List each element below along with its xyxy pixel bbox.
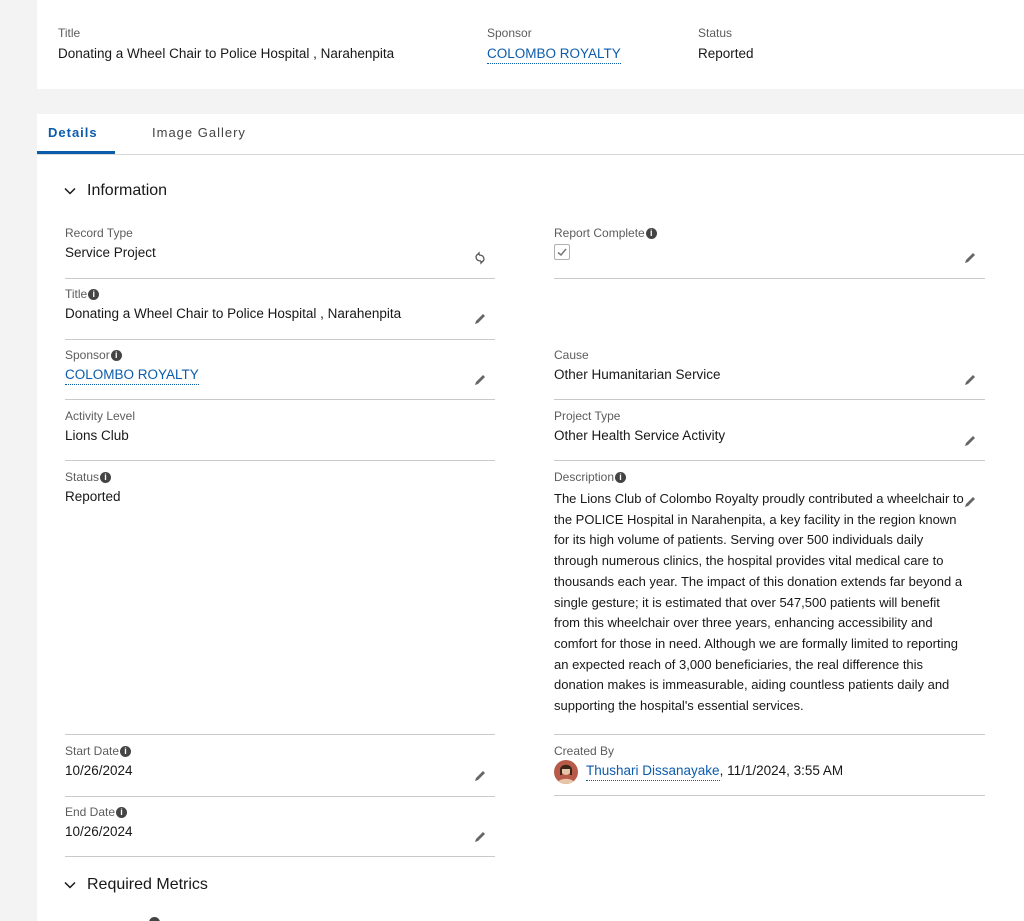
- start-date-value: 10/26/2024: [65, 763, 133, 778]
- info-icon[interactable]: i: [645, 227, 657, 239]
- section-information-header[interactable]: Information: [63, 182, 167, 200]
- info-icon[interactable]: [149, 917, 160, 921]
- header-title-label: Title: [58, 26, 81, 40]
- field-status: Status i Reported: [65, 470, 495, 735]
- edit-pencil-icon[interactable]: [963, 373, 977, 387]
- field-record-type: Record Type Service Project: [65, 226, 495, 279]
- field-title: Title i Donating a Wheel Chair to Police …: [65, 287, 495, 340]
- created-by-label: Created By: [554, 744, 615, 758]
- header-status-value: Reported: [698, 46, 754, 61]
- edit-pencil-icon[interactable]: [963, 251, 977, 265]
- report-complete-label: Report Complete: [554, 226, 645, 240]
- field-start-date: Start Date i 10/26/2024: [65, 744, 495, 797]
- tab-image-gallery[interactable]: Image Gallery: [152, 125, 246, 141]
- project-type-value: Other Health Service Activity: [554, 428, 726, 443]
- active-tab-indicator: [37, 151, 115, 154]
- cause-value: Other Humanitarian Service: [554, 367, 721, 382]
- project-type-label: Project Type: [554, 409, 621, 423]
- field-description: Description i The Lions Club of Colombo R…: [554, 470, 985, 735]
- checkmark-icon: [557, 248, 567, 257]
- record-type-label: Record Type: [65, 226, 133, 240]
- section-required-metrics-header[interactable]: Required Metrics: [63, 876, 208, 894]
- change-record-type-icon[interactable]: [473, 251, 487, 265]
- info-icon[interactable]: i: [110, 349, 122, 361]
- created-by-user-link[interactable]: Thushari Dissanayake: [586, 763, 720, 781]
- description-value: The Lions Club of Colombo Royalty proudl…: [554, 491, 964, 714]
- info-icon[interactable]: i: [120, 745, 132, 757]
- edit-pencil-icon[interactable]: [963, 495, 977, 509]
- edit-pencil-icon[interactable]: [963, 434, 977, 448]
- info-icon[interactable]: i: [116, 806, 128, 818]
- activity-level-value: Lions Club: [65, 428, 129, 443]
- created-by-timestamp: , 11/1/2024, 3:55 AM: [719, 763, 844, 778]
- highlights-panel: Title Donating a Wheel Chair to Police H…: [37, 0, 1024, 89]
- sponsor-label: Sponsor: [65, 348, 110, 362]
- record-type-value: Service Project: [65, 245, 156, 260]
- report-complete-checkbox[interactable]: [554, 244, 570, 260]
- description-label: Description: [554, 470, 615, 484]
- status-value: Reported: [65, 489, 121, 504]
- field-cause: Cause Other Humanitarian Service: [554, 348, 985, 400]
- chevron-down-icon: [64, 187, 76, 195]
- end-date-label: End Date: [65, 805, 116, 819]
- info-icon[interactable]: i: [88, 288, 100, 300]
- avatar[interactable]: [554, 760, 578, 784]
- header-sponsor-field: Sponsor COLOMBO ROYALTY: [487, 26, 621, 64]
- end-date-value: 10/26/2024: [65, 824, 133, 839]
- record-detail-panel: Details Image Gallery Information Record…: [37, 114, 1024, 921]
- edit-pencil-icon[interactable]: [473, 312, 487, 326]
- edit-pencil-icon[interactable]: [473, 769, 487, 783]
- start-date-label: Start Date: [65, 744, 120, 758]
- edit-pencil-icon[interactable]: [473, 830, 487, 844]
- header-sponsor-label: Sponsor: [487, 26, 532, 40]
- activity-level-label: Activity Level: [65, 409, 136, 423]
- cause-label: Cause: [554, 348, 589, 362]
- title-value: Donating a Wheel Chair to Police Hospita…: [65, 306, 402, 321]
- status-label: Status: [65, 470, 100, 484]
- field-sponsor: Sponsor i COLOMBO ROYALTY: [65, 348, 495, 400]
- sponsor-link[interactable]: COLOMBO ROYALTY: [65, 367, 199, 385]
- field-activity-level: Activity Level Lions Club: [65, 409, 495, 461]
- user-avatar-icon: [554, 760, 578, 784]
- chevron-down-icon: [64, 881, 76, 889]
- field-created-by: Created By Thushari Dissanayake, 11/1/20…: [554, 744, 985, 796]
- tab-details[interactable]: Details: [48, 125, 98, 141]
- title-label: Title: [65, 287, 88, 301]
- header-status-field: Status Reported: [698, 26, 754, 62]
- header-status-label: Status: [698, 26, 733, 40]
- field-report-complete: Report Complete i: [554, 226, 985, 279]
- info-icon[interactable]: i: [100, 471, 112, 483]
- header-title-value: Donating a Wheel Chair to Police Hospita…: [58, 46, 395, 61]
- edit-pencil-icon[interactable]: [473, 373, 487, 387]
- tab-bar: Details Image Gallery: [37, 114, 1024, 155]
- header-title-field: Title Donating a Wheel Chair to Police H…: [58, 26, 394, 62]
- section-information-title: Information: [87, 182, 168, 199]
- section-required-metrics-title: Required Metrics: [87, 876, 208, 893]
- header-sponsor-link[interactable]: COLOMBO ROYALTY: [487, 46, 621, 64]
- field-end-date: End Date i 10/26/2024: [65, 805, 495, 857]
- info-icon[interactable]: i: [615, 471, 627, 483]
- field-project-type: Project Type Other Health Service Activi…: [554, 409, 985, 461]
